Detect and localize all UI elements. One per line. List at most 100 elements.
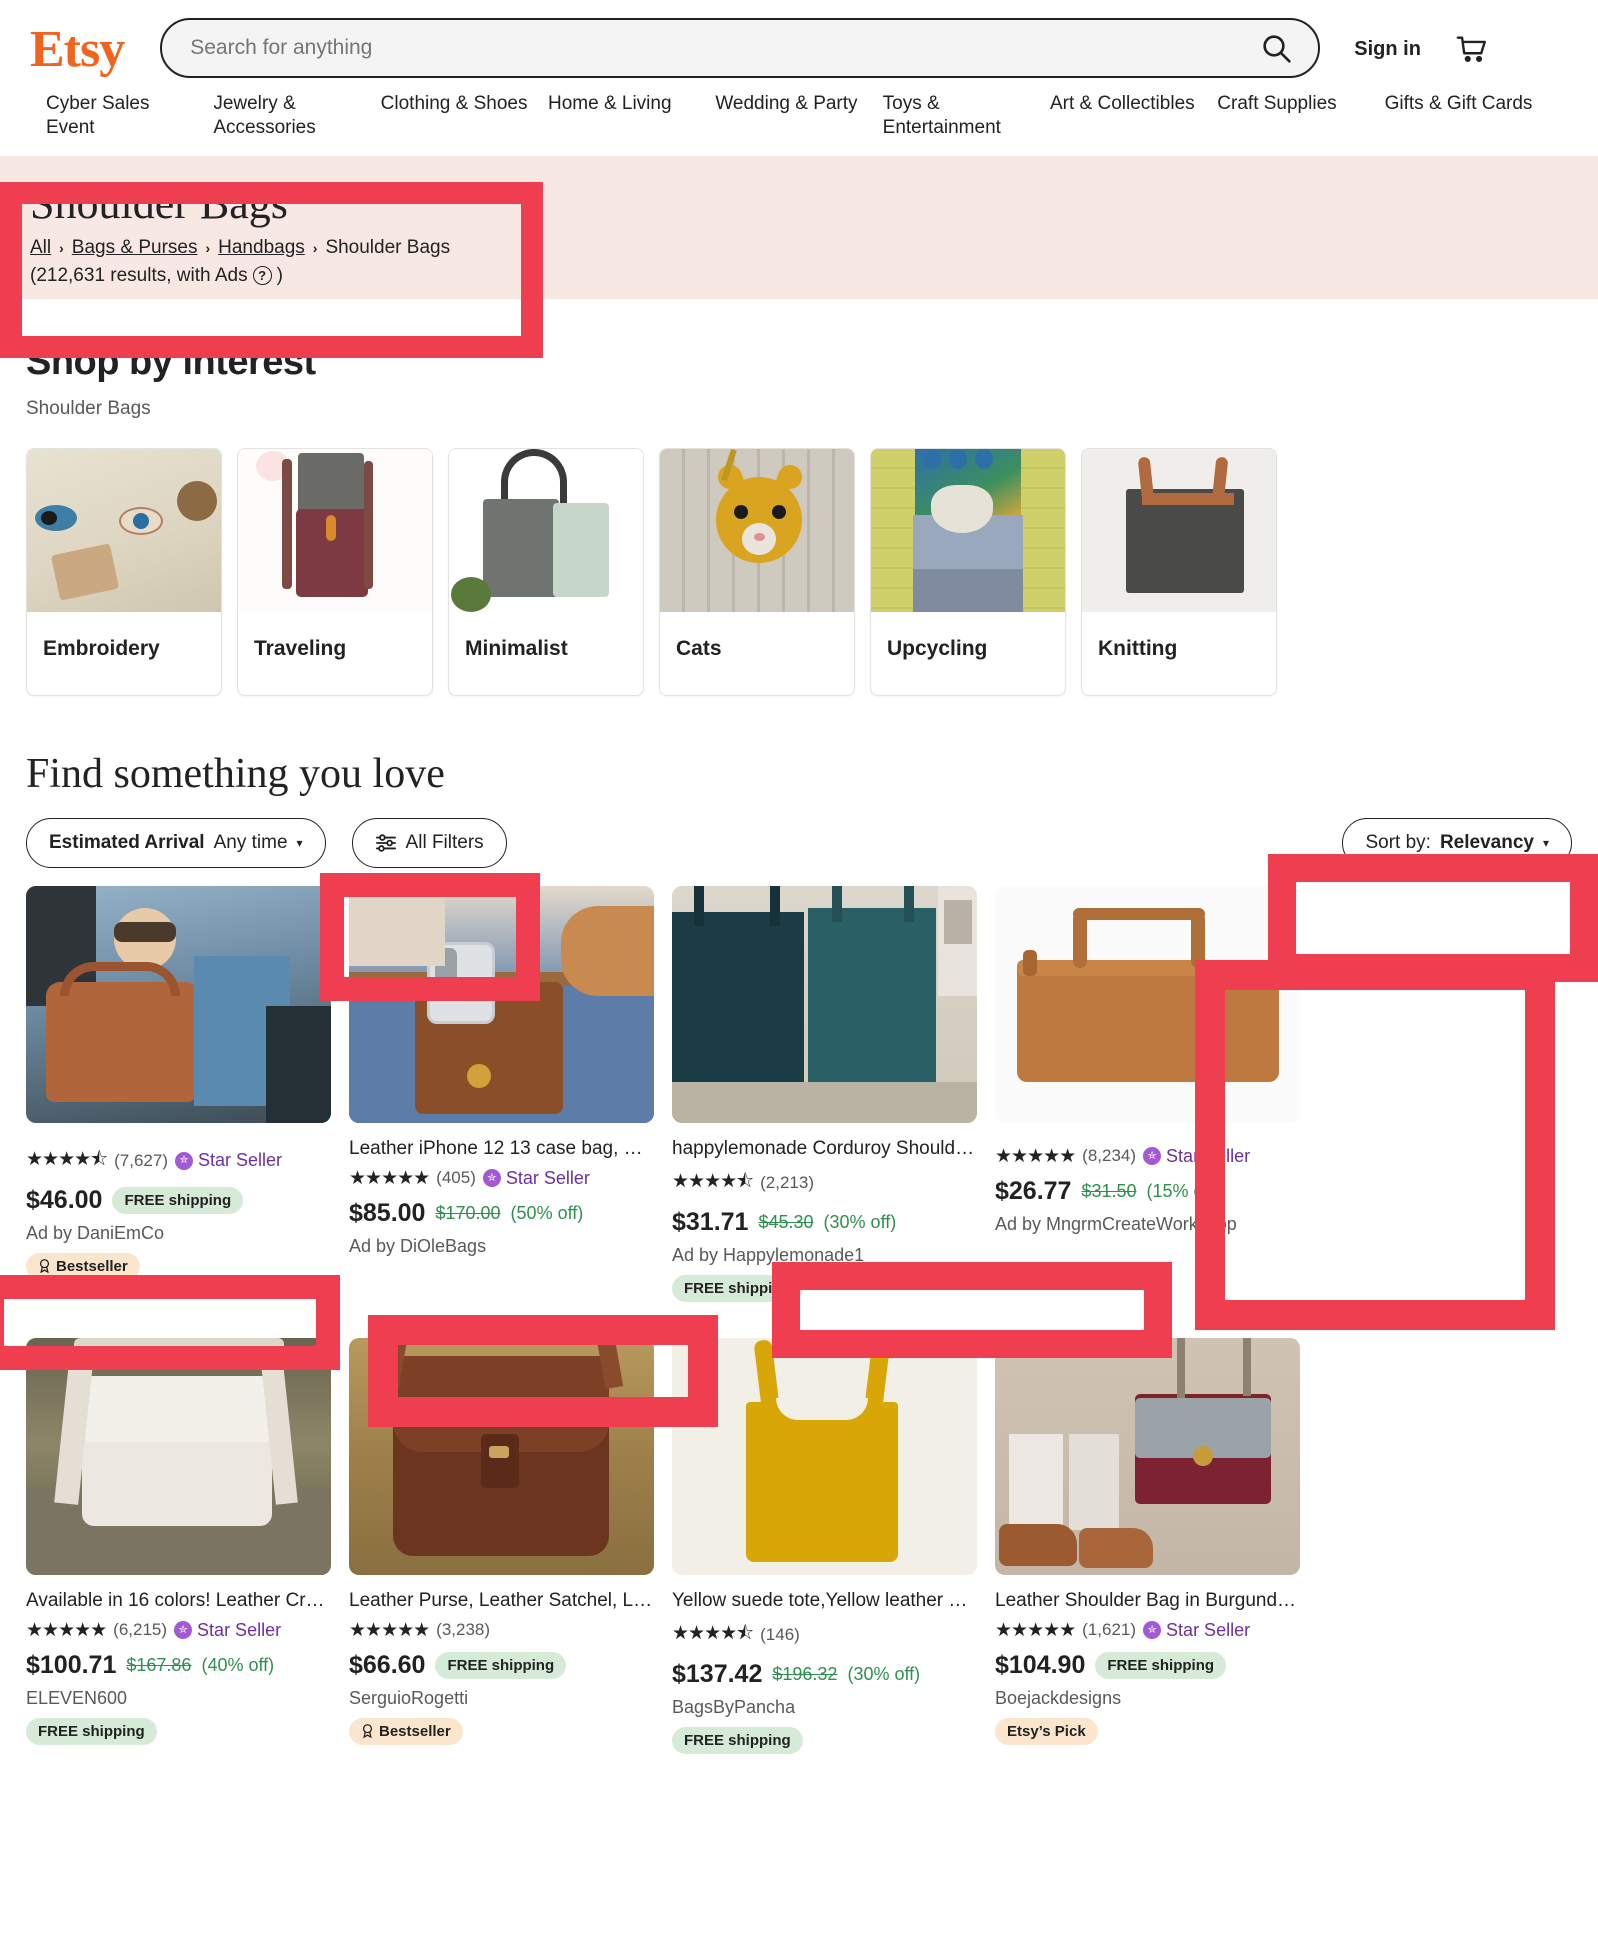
interest-card-upcycling[interactable]: Upcycling (870, 447, 1066, 696)
product-card[interactable]: Leather Purse, Leather Satchel, Leat... … (349, 1337, 654, 1754)
product-discount: (40% off) (201, 1654, 275, 1675)
product-card[interactable]: ★★★★★ (8,234) ✮ Star Seller $26.77 $31.5… (995, 885, 1300, 1302)
product-badges: FREE shipping (672, 1274, 977, 1302)
brown-leather-satchel-autumn[interactable] (349, 1337, 654, 1575)
product-price-row: $46.00 FREE shipping (26, 1186, 331, 1215)
product-original-price: $31.50 (1081, 1180, 1137, 1201)
question-mark-icon[interactable]: ? (252, 266, 272, 285)
product-shop-name[interactable]: Ad by DiOleBags (349, 1236, 654, 1257)
product-price: $66.60 (349, 1650, 426, 1679)
star-seller-badge: ✮ Star Seller (174, 1620, 281, 1641)
interest-card-minimalist[interactable]: Minimalist (448, 447, 644, 696)
bestseller-label: Bestseller (56, 1257, 128, 1275)
product-title: Yellow suede tote,Yellow leather ba... (672, 1589, 977, 1611)
etsys-pick-badge: Etsy’s Pick (995, 1717, 1098, 1745)
shop-by-interest-subtitle: Shoulder Bags (26, 397, 151, 419)
product-price-row: $66.60 FREE shipping (349, 1651, 654, 1680)
search-icon[interactable] (1260, 32, 1292, 64)
product-shop-name[interactable]: ELEVEN600 (26, 1688, 331, 1709)
brown-leather-phone-case-bag[interactable] (349, 885, 654, 1123)
product-shop-name[interactable]: Boejackdesigns (995, 1688, 1300, 1709)
nav-item-cyber-sales[interactable]: Cyber Sales Event (46, 92, 213, 140)
breadcrumb-bags-purses[interactable]: Bags & Purses (72, 237, 198, 259)
sign-in-link[interactable]: Sign in (1354, 38, 1421, 61)
product-rating: ★★★★★ (6,215) ✮ Star Seller (26, 1619, 331, 1642)
product-rating: ★★★★★ (1,621) ✮ Star Seller (995, 1619, 1300, 1642)
star-rating-icon: ★★★★⯪ (26, 1148, 108, 1170)
interest-card-knitting[interactable]: Knitting (1081, 447, 1277, 696)
product-title: Leather Purse, Leather Satchel, Leat... (349, 1589, 654, 1611)
product-shop-name[interactable]: Ad by Happylemonade1 (672, 1245, 977, 1266)
product-card[interactable]: Available in 16 colors! Leather Cross...… (26, 1337, 331, 1754)
results-count-close: ) (276, 264, 283, 286)
star-seller-icon: ✮ (1143, 1621, 1162, 1639)
tan-leather-hobo-bag-woman-in-car[interactable] (26, 885, 331, 1123)
product-discount: (15% off) (1146, 1180, 1220, 1201)
product-badges: FREE shipping (672, 1726, 977, 1754)
interest-card-label: Traveling (254, 636, 347, 660)
cat-crochet-bag-photo (660, 448, 854, 612)
product-rating: ★★★★⯪ (2,213) (672, 1167, 977, 1199)
yellow-suede-tote-bag[interactable] (672, 1337, 977, 1575)
star-seller-label: Star Seller (198, 1150, 283, 1170)
product-shop-name[interactable]: Ad by MngrmCreateWorkshop (995, 1214, 1300, 1235)
star-seller-badge: ✮ Star Seller (1143, 1146, 1250, 1167)
nav-item-toys[interactable]: Toys & Entertainment (883, 92, 1050, 140)
interest-card-label: Minimalist (465, 636, 568, 660)
product-card[interactable]: happylemonade Corduroy Shoulder... ★★★★⯪… (672, 885, 977, 1302)
breadcrumb-handbags[interactable]: Handbags (218, 237, 305, 259)
interest-card-traveling[interactable]: Traveling (237, 447, 433, 696)
product-price-row: $104.90 FREE shipping (995, 1651, 1300, 1680)
nav-item-clothing[interactable]: Clothing & Shoes (381, 92, 548, 140)
etsy-logo[interactable]: Etsy (30, 24, 125, 76)
cream-leather-crossbody-on-log[interactable] (26, 1337, 331, 1575)
product-card[interactable]: Yellow suede tote,Yellow leather ba... ★… (672, 1337, 977, 1754)
chevron-right-icon: › (312, 239, 318, 256)
product-shop-name[interactable]: SerguioRogetti (349, 1688, 654, 1709)
star-seller-badge: ✮ Star Seller (1143, 1620, 1250, 1641)
estimated-arrival-filter[interactable]: Estimated Arrival Any time ▾ (26, 817, 326, 868)
free-shipping-badge: FREE shipping (26, 1717, 157, 1745)
nav-item-art[interactable]: Art & Collectibles (1050, 92, 1217, 140)
nav-item-wedding[interactable]: Wedding & Party (715, 92, 882, 140)
find-title: Find something you love (26, 750, 445, 797)
all-filters-button[interactable]: All Filters (351, 817, 507, 868)
nav-item-jewelry[interactable]: Jewelry & Accessories (213, 92, 380, 140)
star-rating-icon: ★★★★★ (995, 1145, 1076, 1167)
bestseller-badge: Bestseller (26, 1252, 140, 1280)
all-filters-label: All Filters (405, 831, 484, 853)
interest-card-label: Embroidery (43, 636, 160, 660)
nav-item-craft[interactable]: Craft Supplies (1217, 92, 1384, 140)
burgundy-grey-shoulder-bag-on-person[interactable] (995, 1337, 1300, 1575)
breadcrumb-all[interactable]: All (30, 237, 51, 259)
search-input[interactable] (160, 18, 1321, 78)
award-icon (362, 1724, 373, 1738)
interest-card-label: Knitting (1098, 636, 1178, 660)
interest-card-cats[interactable]: Cats (659, 447, 855, 696)
nav-item-gifts[interactable]: Gifts & Gift Cards (1385, 92, 1552, 140)
product-card[interactable]: Leather iPhone 12 13 case bag, wall... ★… (349, 885, 654, 1302)
nav-item-home-living[interactable]: Home & Living (548, 92, 715, 140)
product-card[interactable]: ★★★★⯪ (7,627) ✮ Star Seller $46.00 FREE … (26, 885, 331, 1302)
category-hero: Shoulder Bags All › Bags & Purses › Hand… (0, 155, 1598, 299)
product-grid-row-1: ★★★★⯪ (7,627) ✮ Star Seller $46.00 FREE … (26, 885, 1572, 1302)
search-container (160, 18, 1321, 78)
review-count: (8,234) (1082, 1146, 1137, 1165)
cart-icon[interactable] (1455, 32, 1489, 66)
interest-card-embroidery[interactable]: Embroidery (26, 447, 222, 696)
star-rating-icon: ★★★★★ (26, 1619, 107, 1641)
minimalist-bag-photo (449, 448, 643, 612)
chevron-down-icon: ▾ (1542, 835, 1549, 850)
product-card[interactable]: Leather Shoulder Bag in Burgundy, ... ★★… (995, 1337, 1300, 1754)
product-price: $100.71 (26, 1650, 117, 1679)
product-shop-name[interactable]: Ad by DaniEmCo (26, 1223, 331, 1244)
sort-by-dropdown[interactable]: Sort by: Relevancy ▾ (1342, 817, 1572, 868)
tan-leather-tote-bag[interactable] (995, 885, 1300, 1123)
product-price: $137.42 (672, 1659, 763, 1688)
product-rating: ★★★★★ (405) ✮ Star Seller (349, 1167, 654, 1190)
teal-corduroy-tote-bags[interactable] (672, 885, 977, 1123)
product-shop-name[interactable]: BagsByPancha (672, 1697, 977, 1718)
review-count: (6,215) (113, 1620, 168, 1639)
breadcrumb: All › Bags & Purses › Handbags › Shoulde… (30, 237, 1598, 259)
interest-card-list: Embroidery Traveling Minimalist Cats Upc… (26, 447, 1572, 696)
